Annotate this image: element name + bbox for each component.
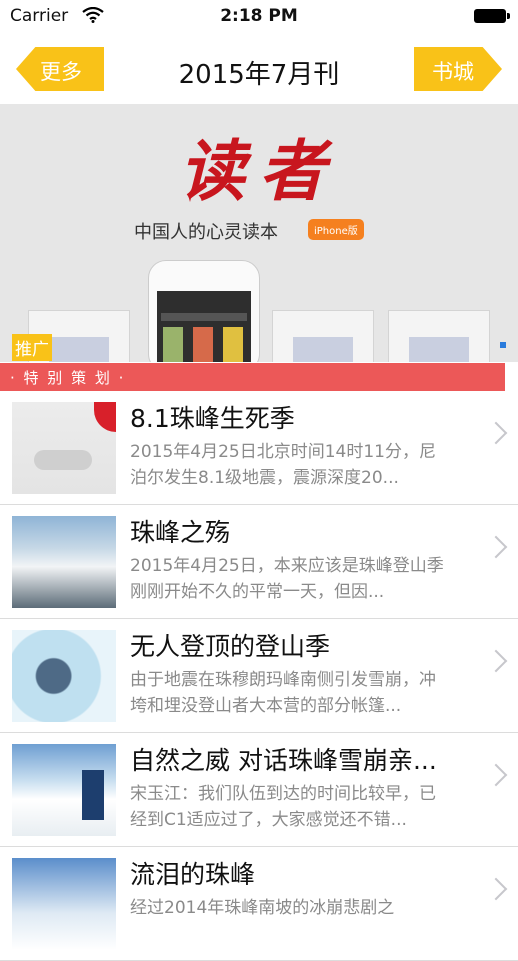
article-row[interactable]: 流泪的珠峰 经过2014年珠峰南坡的冰崩悲剧之 xyxy=(0,847,518,961)
magazine-logo: 读者 xyxy=(179,132,339,210)
article-row[interactable]: 自然之威 对话珠峰雪崩亲... 宋玉江：我们队伍到达的时间比较早，已经到C1适应… xyxy=(0,733,518,847)
navigation-bar: 更多 2015年7月刊 书城 xyxy=(0,34,518,104)
magazine-cover-image xyxy=(272,310,374,362)
article-thumbnail xyxy=(12,858,116,950)
page-indicator xyxy=(500,342,506,348)
article-title: 珠峰之殇 xyxy=(130,518,231,547)
article-title: 8.1珠峰生死季 xyxy=(130,404,295,433)
article-summary: 宋玉江：我们队伍到达的时间比较早，已经到C1适应过了，大家感觉还不错... xyxy=(130,784,436,830)
chevron-right-icon xyxy=(484,877,508,901)
promo-tag: 推广 xyxy=(12,334,52,361)
article-thumbnail xyxy=(12,630,116,722)
article-row[interactable]: 珠峰之殇 2015年4月25日，本来应该是珠峰登山季刚刚开始不久的平常一天，但因… xyxy=(0,505,518,619)
chevron-right-icon xyxy=(484,649,508,673)
status-bar: Carrier 2:18 PM xyxy=(0,0,518,34)
article-summary: 2015年4月25日北京时间14时11分，尼泊尔发生8.1级地震，震源深度20.… xyxy=(130,442,436,488)
article-row[interactable]: 8.1珠峰生死季 2015年4月25日北京时间14时11分，尼泊尔发生8.1级地… xyxy=(0,391,518,505)
article-summary: 经过2014年珠峰南坡的冰崩悲剧之 xyxy=(130,898,395,918)
section-header-label: · 特 别 策 划 · xyxy=(10,369,126,387)
clock: 2:18 PM xyxy=(220,6,298,26)
article-list: 8.1珠峰生死季 2015年4月25日北京时间14时11分，尼泊尔发生8.1级地… xyxy=(0,391,518,961)
promo-banner[interactable]: 读者 中国人的心灵读本 iPhone版 xyxy=(0,104,518,362)
battery-icon xyxy=(474,9,510,23)
chevron-right-icon xyxy=(484,421,508,445)
article-title: 无人登顶的登山季 xyxy=(130,632,331,661)
article-title: 自然之威 对话珠峰雪崩亲... xyxy=(130,746,437,775)
article-thumbnail xyxy=(12,516,116,608)
bookstore-button-label: 书城 xyxy=(432,60,474,84)
magazine-cover-image xyxy=(388,310,490,362)
chevron-right-icon xyxy=(484,535,508,559)
article-summary: 由于地震在珠穆朗玛峰南侧引发雪崩，冲垮和埋没登山者大本营的部分帐篷... xyxy=(130,670,436,716)
article-row[interactable]: 无人登顶的登山季 由于地震在珠穆朗玛峰南侧引发雪崩，冲垮和埋没登山者大本营的部分… xyxy=(0,619,518,733)
phone-mockup-image xyxy=(148,260,260,362)
article-thumbnail xyxy=(12,402,116,494)
iphone-badge: iPhone版 xyxy=(308,219,364,240)
section-header: · 特 别 策 划 · xyxy=(0,363,505,391)
article-title: 流泪的珠峰 xyxy=(130,860,256,889)
chevron-right-icon xyxy=(484,763,508,787)
article-thumbnail xyxy=(12,744,116,836)
banner-slogan: 中国人的心灵读本 xyxy=(134,222,278,243)
article-summary: 2015年4月25日，本来应该是珠峰登山季刚刚开始不久的平常一天，但因... xyxy=(130,556,444,602)
